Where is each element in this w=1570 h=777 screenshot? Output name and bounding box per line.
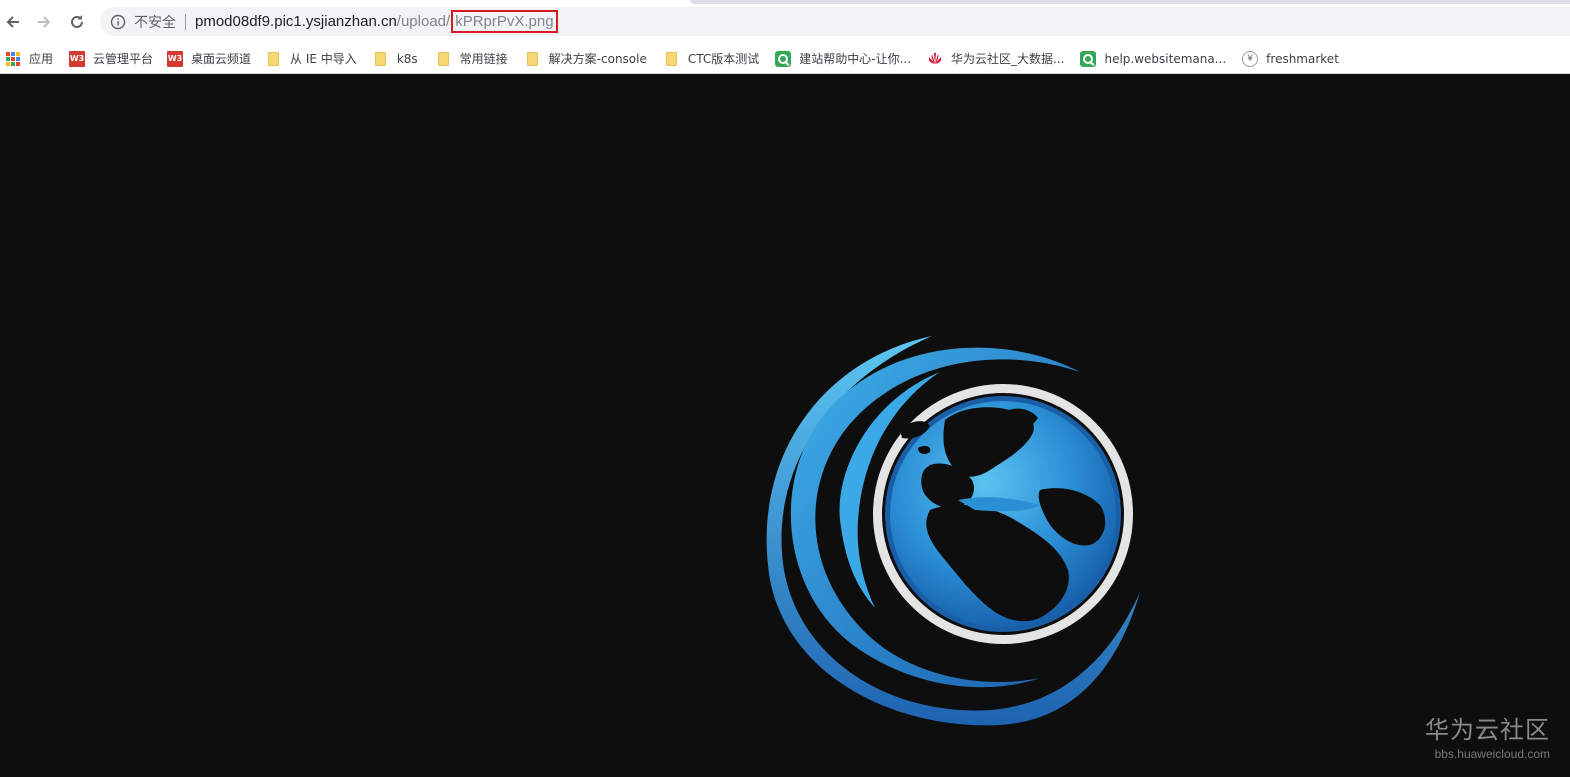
forward-button[interactable] — [31, 9, 57, 35]
bookmark-desktop-cloud[interactable]: W3 桌面云频道 — [161, 47, 257, 71]
address-bar[interactable]: 不安全 pmod08df9.pic1.ysjianzhan.cn/upload/… — [100, 7, 1570, 36]
search-icon — [1080, 50, 1097, 67]
url-path: /upload/ — [396, 13, 451, 30]
w3-icon: W3 — [167, 50, 184, 67]
folder-icon — [665, 51, 677, 66]
bookmark-folder-ctc-test[interactable]: CTC版本测试 — [658, 47, 765, 71]
yen-icon: ¥ — [1242, 50, 1259, 67]
bookmarks-bar: 应用 W3 云管理平台 W3 桌面云频道 从 IE 中导入 k8s 常用链接 解… — [0, 44, 1570, 74]
w3-icon: W3 — [69, 50, 86, 67]
bookmark-label: 云管理平台 — [93, 52, 154, 66]
watermark-title: 华为云社区 — [1425, 716, 1550, 744]
tab-strip-edge — [690, 0, 1570, 4]
folder-icon — [268, 51, 280, 66]
bookmark-folder-solution-console[interactable]: 解决方案-console — [519, 47, 653, 71]
bookmark-label: 常用链接 — [459, 52, 508, 66]
reload-button[interactable] — [64, 9, 90, 35]
address-separator — [185, 13, 186, 30]
bookmark-freshmarket[interactable]: ¥ freshmarket — [1236, 47, 1345, 71]
bookmark-label: k8s — [396, 51, 418, 66]
folder-icon — [526, 51, 538, 66]
bookmark-label: help.websitemana... — [1104, 51, 1227, 66]
url-text[interactable]: pmod08df9.pic1.ysjianzhan.cn/upload/kPRp… — [195, 10, 558, 33]
info-icon[interactable] — [110, 14, 126, 30]
bookmark-label: 解决方案-console — [548, 52, 647, 66]
bookmark-huawei-cloud-community[interactable]: 华为云社区_大数据... — [921, 47, 1070, 71]
globe-logo-image — [766, 336, 1140, 726]
bookmark-label: freshmarket — [1266, 51, 1339, 66]
bookmark-apps[interactable]: 应用 — [0, 47, 59, 71]
bookmark-label: 从 IE 中导入 — [290, 52, 357, 66]
bookmark-label: 应用 — [29, 52, 54, 66]
huawei-icon — [927, 51, 943, 67]
bookmark-cloud-management[interactable]: W3 云管理平台 — [63, 47, 159, 71]
watermark: 华为云社区 bbs.huaweicloud.com — [1425, 710, 1550, 761]
url-host: pmod08df9.pic1.ysjianzhan.cn — [195, 13, 397, 30]
bookmark-site-help-center[interactable]: 建站帮助中心-让你... — [769, 47, 917, 71]
browser-toolbar: 不安全 pmod08df9.pic1.ysjianzhan.cn/upload/… — [0, 0, 1570, 44]
watermark-url: bbs.huaweicloud.com — [1434, 747, 1550, 761]
bookmark-label: CTC版本测试 — [687, 52, 760, 66]
folder-icon — [374, 51, 386, 66]
back-button[interactable] — [0, 9, 26, 35]
search-icon — [775, 50, 792, 67]
bookmark-label: 桌面云频道 — [191, 52, 252, 66]
url-filename-highlighted: kPRprPvX.png — [451, 10, 558, 33]
security-label[interactable]: 不安全 — [134, 12, 176, 32]
arrow-right-icon — [38, 16, 51, 28]
apps-icon — [5, 51, 21, 67]
image-viewport: 华为云社区 bbs.huaweicloud.com — [0, 74, 1570, 777]
bookmark-label: 华为云社区_大数据... — [951, 52, 1065, 66]
reload-icon — [71, 15, 83, 28]
bookmark-help-websitemanager[interactable]: help.websitemana... — [1074, 47, 1232, 71]
folder-icon — [437, 51, 449, 66]
bookmark-folder-ie-import[interactable]: 从 IE 中导入 — [260, 47, 363, 71]
bookmark-label: 建站帮助中心-让你... — [799, 52, 912, 66]
arrow-left-icon — [6, 16, 19, 28]
bookmark-folder-common-links[interactable]: 常用链接 — [430, 47, 514, 71]
bookmark-folder-k8s[interactable]: k8s — [367, 47, 424, 71]
